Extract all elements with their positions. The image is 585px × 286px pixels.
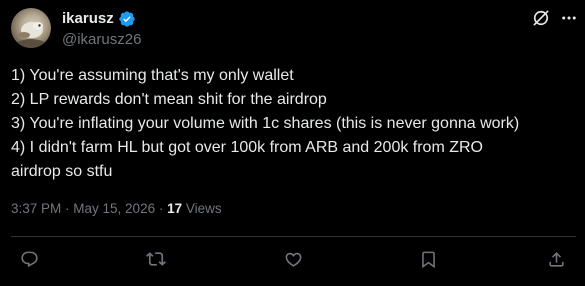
bookmark-button[interactable] (418, 249, 438, 269)
tweet-meta: 3:37 PM · May 15, 2026 · 17 Views (11, 201, 222, 216)
author-display-name[interactable]: ikarusz (62, 10, 114, 27)
meta-separator: · (61, 201, 74, 216)
tweet-line: airdrop so stfu (11, 163, 113, 180)
like-button[interactable] (283, 249, 303, 269)
views-label: Views (182, 201, 222, 216)
reply-button[interactable] (19, 249, 39, 269)
tweet-line: 3) You're inflating your volume with 1c … (11, 115, 520, 132)
retweet-icon (146, 252, 166, 266)
grok-icon[interactable] (531, 8, 551, 28)
divider (11, 236, 576, 237)
tweet-line: 4) I didn't farm HL but got over 100k fr… (11, 139, 483, 156)
reply-icon (20, 251, 38, 267)
heart-icon (285, 252, 301, 267)
tweet-date[interactable]: May 15, 2026 (73, 201, 155, 216)
tweet-text: 1) You're assuming that's my only wallet… (11, 64, 577, 184)
avatar-image (17, 22, 45, 48)
views-count: 17 (167, 201, 183, 216)
share-button[interactable] (546, 249, 566, 269)
tweet-time[interactable]: 3:37 PM (11, 201, 61, 216)
meta-separator: · (155, 201, 168, 216)
retweet-button[interactable] (146, 249, 166, 269)
author-handle[interactable]: @ikarusz26 (62, 31, 141, 48)
bookmark-icon (421, 251, 435, 268)
share-icon (548, 251, 564, 267)
tweet-line: 1) You're assuming that's my only wallet (11, 67, 294, 84)
verified-badge-icon[interactable] (118, 10, 136, 28)
more-options-icon[interactable] (560, 9, 578, 27)
avatar[interactable] (11, 8, 51, 48)
tweet-line: 2) LP rewards don't mean shit for the ai… (11, 91, 327, 108)
